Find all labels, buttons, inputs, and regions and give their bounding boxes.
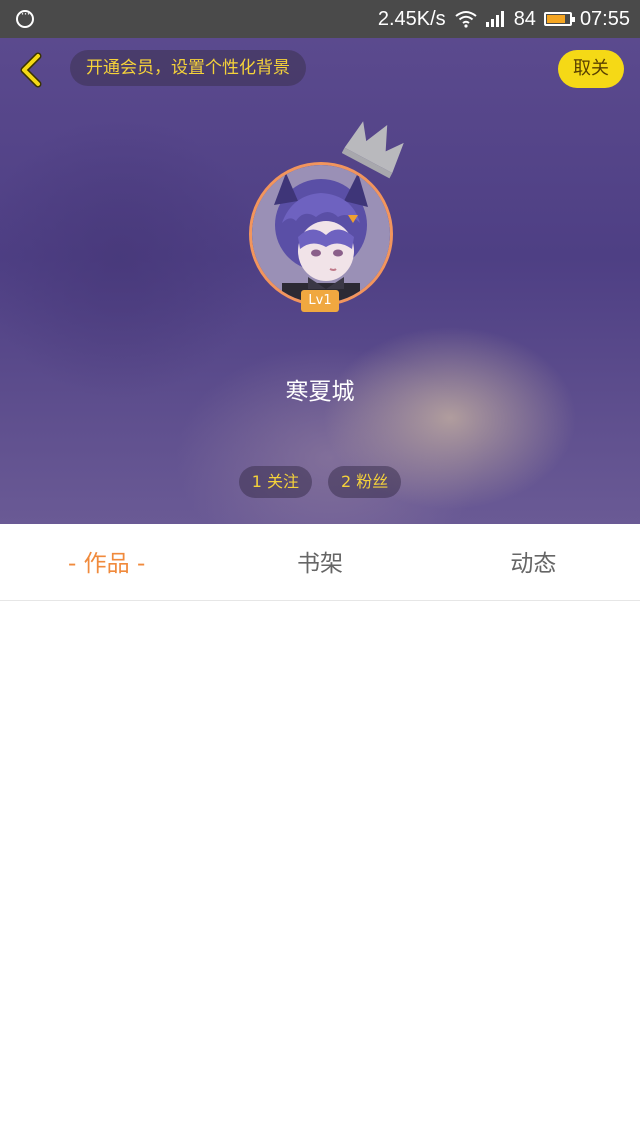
back-button[interactable]: [14, 52, 50, 88]
level-badge: Lv1: [301, 290, 339, 312]
status-bar: 2.45K/s 84 07:55: [0, 0, 640, 38]
avatar-illustration: [252, 165, 390, 303]
network-speed: 2.45K/s: [377, 7, 446, 30]
follow-stats: 1 关注 2 粉丝: [0, 466, 640, 498]
message-dots-icon: [16, 6, 34, 28]
unfollow-button[interactable]: 取关: [558, 50, 624, 88]
username: 寒夏城: [285, 379, 355, 405]
tab-activity[interactable]: 动态: [427, 524, 640, 600]
vip-background-banner[interactable]: 开通会员，设置个性化背景: [70, 50, 306, 86]
battery-icon: [543, 12, 575, 26]
battery-level: 84: [513, 7, 536, 30]
following-count[interactable]: 1 关注: [238, 466, 312, 498]
profile-screen: 2.45K/s 84 07:55 开通会员: [0, 0, 640, 1138]
avatar-container: Lv1: [249, 162, 393, 312]
clock-time: 07:55: [579, 7, 630, 30]
signal-icon: [485, 11, 504, 27]
wifi-icon: [455, 11, 477, 28]
tab-bookshelf[interactable]: 书架: [213, 524, 426, 600]
profile-header: 开通会员，设置个性化背景 取关 Lv1 寒夏城 1 关注 2 粉丝: [0, 38, 640, 524]
avatar[interactable]: [249, 162, 393, 306]
followers-count[interactable]: 2 粉丝: [328, 466, 402, 498]
tab-works[interactable]: - 作品 -: [0, 524, 213, 600]
profile-tabs: - 作品 - 书架 动态: [0, 524, 640, 601]
tab-content-area: [0, 601, 640, 1138]
